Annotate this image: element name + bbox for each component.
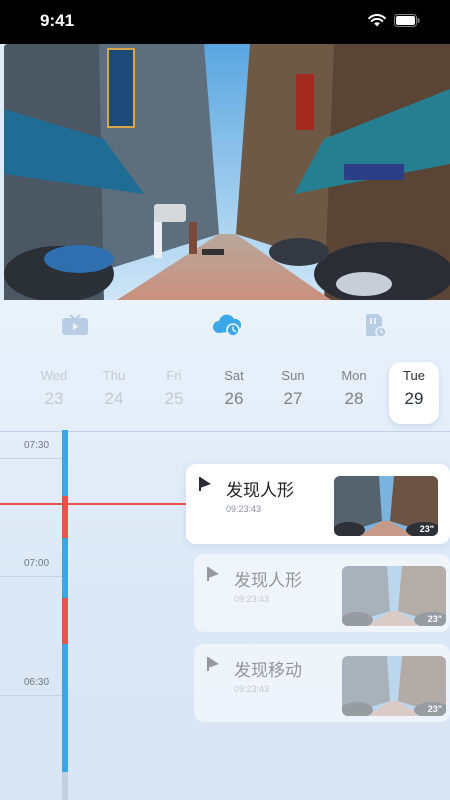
battery-icon <box>394 14 420 27</box>
event-title: 发现人形 <box>226 481 294 501</box>
flag-icon <box>207 567 219 581</box>
event-thumbnail: 23" <box>334 476 438 536</box>
day-weekday: Sat <box>224 368 244 383</box>
event-title: 发现人形 <box>234 571 302 591</box>
event-duration: 23" <box>427 614 442 624</box>
event-duration: 23" <box>419 524 434 534</box>
day-weekday: Wed <box>40 368 68 383</box>
day-mon[interactable]: Mon 28 <box>329 362 379 424</box>
day-weekday: Mon <box>341 368 367 383</box>
date-selector: Wed 23 Thu 24 Fri 25 Sat 26 Sun 27 Mon 2… <box>0 362 450 426</box>
tab-sd-playback[interactable] <box>360 312 390 338</box>
alert-segment <box>62 598 68 644</box>
day-date: 24 <box>104 389 124 408</box>
time-tick <box>0 458 62 459</box>
event-title: 发现移动 <box>234 661 302 681</box>
flag-icon <box>199 477 211 491</box>
tab-live[interactable] <box>60 312 90 338</box>
event-duration: 23" <box>427 704 442 714</box>
event-card[interactable]: 发现人形 09:23:43 23" <box>194 554 450 632</box>
event-card[interactable]: 发现移动 09:23:43 23" <box>194 644 450 722</box>
time-tick <box>0 576 62 577</box>
day-date: 29 <box>404 389 424 408</box>
tab-bar <box>0 300 450 350</box>
sd-card-clock-icon <box>366 314 387 338</box>
day-wed[interactable]: Wed 23 <box>29 362 79 424</box>
day-weekday: Fri <box>166 368 182 383</box>
event-time: 09:23:43 <box>234 594 270 604</box>
day-sat[interactable]: Sat 26 <box>209 362 259 424</box>
event-time: 09:23:43 <box>234 684 270 694</box>
empty-segment <box>62 772 68 800</box>
flag-icon <box>207 657 219 671</box>
status-icons <box>368 14 420 27</box>
event-time: 09:23:43 <box>226 504 262 514</box>
day-sun[interactable]: Sun 27 <box>268 362 318 424</box>
status-time: 9:41 <box>40 11 75 30</box>
playhead-line[interactable] <box>0 503 190 505</box>
time-tick <box>0 695 62 696</box>
tab-cloud-playback[interactable] <box>212 312 242 338</box>
status-bar: 9:41 <box>0 0 450 44</box>
time-label: 07:00 <box>24 558 50 569</box>
time-label: 07:30 <box>24 440 50 451</box>
day-weekday: Sun <box>281 368 305 383</box>
video-player[interactable] <box>4 44 450 302</box>
day-weekday: Tue <box>403 368 425 383</box>
recording-segment <box>62 644 68 772</box>
day-date: 25 <box>164 389 184 408</box>
day-date: 28 <box>344 389 364 408</box>
event-thumbnail: 23" <box>342 566 446 626</box>
day-fri[interactable]: Fri 25 <box>149 362 199 424</box>
street-scene-image <box>4 44 450 302</box>
time-label: 06:30 <box>24 677 50 688</box>
cloud-clock-icon <box>213 314 242 337</box>
day-date: 23 <box>44 389 64 408</box>
day-tue[interactable]: Tue 29 <box>389 362 439 424</box>
event-thumbnail: 23" <box>342 656 446 716</box>
playback-panel: Wed 23 Thu 24 Fri 25 Sat 26 Sun 27 Mon 2… <box>0 300 450 800</box>
day-weekday: Thu <box>102 368 126 383</box>
day-date: 27 <box>283 389 303 408</box>
event-card[interactable]: 发现人形 09:23:43 23" <box>186 464 450 544</box>
tv-icon <box>62 314 88 335</box>
day-date: 26 <box>224 389 244 408</box>
day-thu[interactable]: Thu 24 <box>89 362 139 424</box>
wifi-icon <box>368 14 386 27</box>
